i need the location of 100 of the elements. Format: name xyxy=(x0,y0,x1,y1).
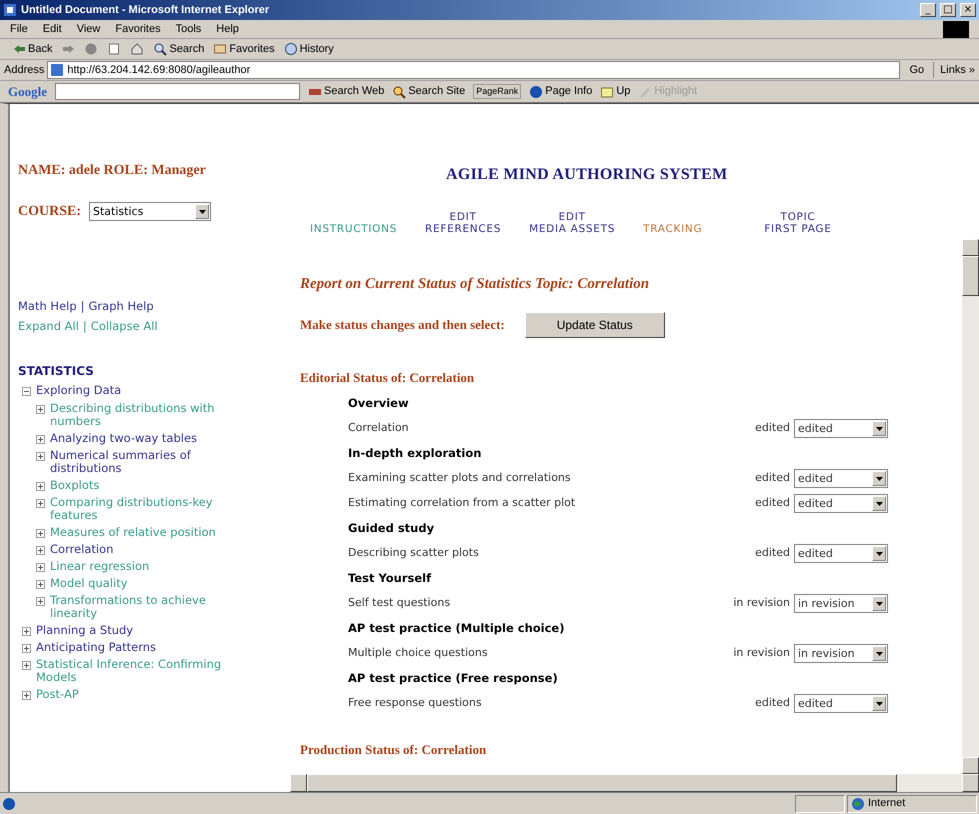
menu-item[interactable]: File xyxy=(10,20,28,38)
status-dropdown[interactable]: edited xyxy=(794,544,888,563)
status-dropdown[interactable]: in revision xyxy=(794,594,888,613)
expand-icon[interactable] xyxy=(36,596,45,606)
current-status: edited xyxy=(755,470,790,486)
nav-link[interactable]: EDIT REFERENCES xyxy=(425,211,502,235)
links-button[interactable]: Links » xyxy=(933,62,975,78)
status-dropdown[interactable]: edited xyxy=(794,419,888,438)
page-icon xyxy=(50,63,64,77)
help-link[interactable]: Math Help xyxy=(18,298,77,316)
current-status: in revision xyxy=(733,645,790,662)
google-logo[interactable]: Google xyxy=(8,82,47,102)
google-toolbar-button[interactable]: Page Info xyxy=(529,83,592,100)
tree-link[interactable]: Numerical summaries of distributions xyxy=(50,448,247,474)
tree-link[interactable]: Anticipating Patterns xyxy=(36,640,156,654)
dropdown-arrow-icon xyxy=(876,426,882,430)
nav-link[interactable]: EDIT MEDIA ASSETS xyxy=(529,211,616,235)
help-link[interactable]: Graph Help xyxy=(88,298,154,316)
back-icon xyxy=(12,42,26,56)
window-control[interactable]: × xyxy=(960,3,976,17)
globe-icon xyxy=(851,796,865,810)
status-dropdown[interactable]: edited xyxy=(794,469,888,488)
expand-icon[interactable] xyxy=(22,626,31,636)
expand-icon[interactable] xyxy=(22,660,31,670)
current-status: edited xyxy=(755,695,790,712)
tree-link[interactable]: Exploring Data xyxy=(36,384,122,396)
tree-title: STATISTICS xyxy=(18,362,95,380)
status-dropdown[interactable]: in revision xyxy=(794,644,888,663)
expand-icon[interactable] xyxy=(36,434,45,444)
tree-link[interactable]: Correlation xyxy=(50,542,114,556)
favorites-button[interactable]: Favorites xyxy=(213,40,275,58)
status-dropdown[interactable]: Statistics xyxy=(89,202,212,221)
google-toolbar-button[interactable]: Search Site xyxy=(392,83,466,100)
link-separator: | xyxy=(82,318,87,336)
update-status-button[interactable]: Update Status xyxy=(524,312,665,338)
item-label: Examining scatter plots and correlations xyxy=(348,470,572,486)
address-field[interactable]: http://63.204.142.69:8080/agileauthor xyxy=(47,61,900,79)
update-prompt: Make status changes and then select: xyxy=(300,316,505,334)
history-button[interactable]: History xyxy=(284,40,334,58)
expand-icon[interactable] xyxy=(22,644,31,652)
info-icon xyxy=(529,84,544,98)
window-control[interactable]: □ xyxy=(940,3,956,17)
dropdown-arrow-icon xyxy=(198,210,206,214)
status-dropdown[interactable]: edited xyxy=(794,694,888,713)
group-heading: Test Yourself xyxy=(348,570,432,587)
expand-icon[interactable] xyxy=(36,580,45,588)
link-separator: | xyxy=(80,298,85,315)
collapse-icon[interactable] xyxy=(22,386,31,396)
tree-link[interactable]: Analyzing two-way tables xyxy=(50,432,198,444)
group-heading: AP test practice (Free response) xyxy=(348,670,559,687)
home-button[interactable] xyxy=(130,42,144,56)
item-label: Correlation xyxy=(348,420,410,436)
status-dropdown[interactable]: edited xyxy=(794,494,888,513)
stop-icon xyxy=(84,42,98,56)
zone-label: Internet xyxy=(868,796,906,812)
dropdown-arrow-icon xyxy=(876,502,882,506)
go-button[interactable]: Go xyxy=(903,62,930,78)
history-icon xyxy=(284,42,298,56)
expand-icon[interactable] xyxy=(36,452,45,460)
item-label: Self test questions xyxy=(348,595,452,612)
expand-icon[interactable] xyxy=(36,562,45,572)
back-button[interactable]: Back xyxy=(12,40,52,58)
menu-item[interactable]: Tools xyxy=(176,20,202,38)
expand-icon[interactable] xyxy=(36,482,45,490)
menu-item[interactable]: View xyxy=(76,20,100,38)
nav-link[interactable]: TRACKING xyxy=(643,211,702,235)
menu-item[interactable]: Edit xyxy=(42,20,62,38)
google-toolbar-button[interactable]: Search Web xyxy=(308,83,384,100)
window-title: Untitled Document - Microsoft Internet Explorer xyxy=(21,2,270,18)
horizontal-scrollbar[interactable] xyxy=(290,774,979,792)
folder-icon xyxy=(600,84,614,98)
expand-icon[interactable] xyxy=(22,690,31,700)
expand-icon[interactable] xyxy=(36,498,45,508)
item-label: Describing scatter plots xyxy=(348,545,480,562)
report-title: Report on Current Status of Statistics Topic: Correlation xyxy=(300,275,650,294)
current-status: edited xyxy=(755,495,790,512)
expand-icon[interactable] xyxy=(36,528,45,538)
address-label: Address xyxy=(4,62,44,78)
window-control[interactable]: _ xyxy=(920,3,936,17)
expand-icon[interactable] xyxy=(36,546,45,554)
home-icon xyxy=(130,42,144,56)
expand-icon[interactable] xyxy=(36,404,45,414)
google-toolbar-button[interactable]: PageRank xyxy=(473,84,522,100)
current-status: edited xyxy=(755,420,790,436)
google-toolbar-button[interactable]: Up xyxy=(600,83,630,100)
app-title: AGILE MIND AUTHORING SYSTEM xyxy=(446,166,728,183)
vertical-scrollbar[interactable] xyxy=(962,239,979,774)
info-icon xyxy=(2,796,16,810)
menu-item[interactable]: Help xyxy=(216,20,239,38)
search-button[interactable]: Search xyxy=(153,40,204,58)
menu-item[interactable]: Favorites xyxy=(115,20,161,38)
search-site-icon xyxy=(392,84,406,98)
search-icon xyxy=(153,42,168,56)
item-label: Free response questions xyxy=(348,695,483,712)
google-search-field[interactable] xyxy=(55,83,300,100)
dropdown-arrow-icon xyxy=(876,652,882,656)
nav-link[interactable]: TOPIC FIRST PAGE xyxy=(764,211,832,235)
tree-link[interactable]: Planning a Study xyxy=(36,624,134,636)
group-heading: Overview xyxy=(348,394,410,412)
item-label: Multiple choice questions xyxy=(348,645,489,662)
